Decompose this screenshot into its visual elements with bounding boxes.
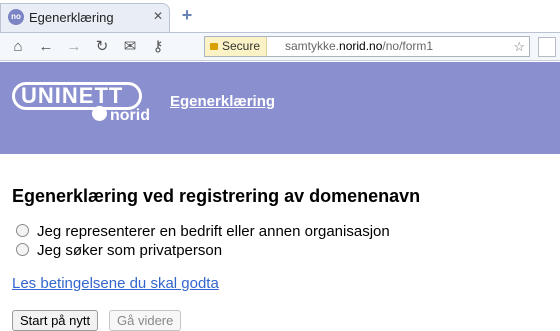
url-path: /no/form1 [382,39,434,53]
option-organization[interactable]: Jeg representerer en bedrift eller annen… [16,223,390,240]
banner-title-link[interactable]: Egenerklæring [170,93,275,110]
menu-icon[interactable] [538,37,556,57]
home-icon[interactable]: ⌂ [8,37,28,57]
terms-link[interactable]: Les betingelsene du skal godta [12,275,219,292]
tab-strip: no Egenerklæring ✕ + [0,0,560,32]
radio-organization[interactable] [16,224,29,237]
site-banner: UNINETT norid Egenerklæring [0,62,560,154]
restart-button[interactable]: Start på nytt [12,310,99,331]
new-tab-icon[interactable]: + [178,6,196,24]
logo-dot [92,106,107,121]
url-prefix: samtykke. [285,39,340,53]
back-icon[interactable]: ← [36,37,56,57]
favicon-icon: no [8,9,24,25]
mail-icon[interactable]: ✉ [120,37,140,57]
browser-toolbar: ⌂ ← → ↻ ✉ ⚷ Secure samtykke.norid.no/no/… [0,32,560,61]
tab-title: Egenerklæring [29,10,114,25]
logo-text: UNINETT [21,83,124,108]
url-host: norid.no [339,39,383,53]
secure-label: Secure [222,39,261,53]
address-bar[interactable]: Secure samtykke.norid.no/no/form1 ☆ [204,36,530,57]
page-heading: Egenerklæring ved registrering av domene… [12,186,421,206]
logo-subtext: norid [110,107,150,124]
option-private-person-label: Jeg søker som privatperson [37,242,223,259]
option-organization-label: Jeg representerer en bedrift eller annen… [37,223,390,240]
reload-icon[interactable]: ↻ [92,37,112,57]
bookmark-star-icon[interactable]: ☆ [513,37,525,56]
forward-icon[interactable]: → [64,37,84,57]
next-button[interactable]: Gå videre [109,310,182,331]
logo-frame: UNINETT [12,82,142,110]
option-private-person[interactable]: Jeg søker som privatperson [16,242,222,259]
url-text[interactable]: samtykke.norid.no/no/form1 [285,37,433,56]
key-icon[interactable]: ⚷ [148,37,168,57]
secure-badge[interactable]: Secure [205,37,268,56]
lock-icon [210,43,218,50]
close-icon[interactable]: ✕ [153,9,163,23]
browser-tab[interactable]: no Egenerklæring ✕ [0,3,170,32]
radio-private-person[interactable] [16,243,29,256]
